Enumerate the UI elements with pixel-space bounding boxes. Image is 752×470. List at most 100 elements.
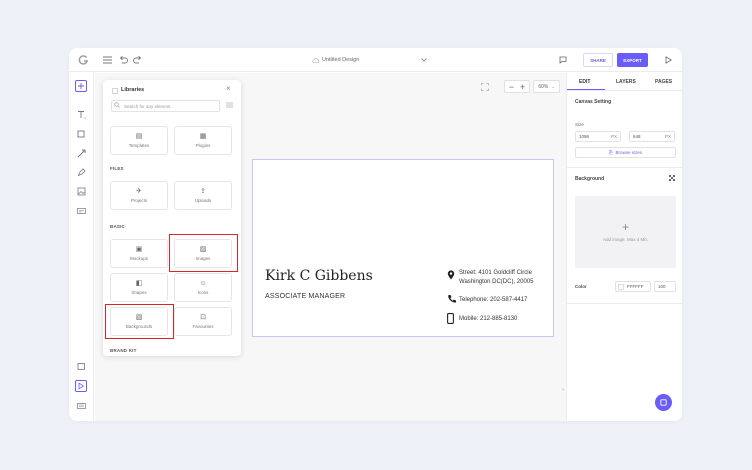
tile-icons[interactable]: ☺ Icons xyxy=(174,273,232,302)
divider xyxy=(567,90,682,91)
tab-pages[interactable]: PAGES xyxy=(655,79,672,85)
present-icon[interactable] xyxy=(75,380,87,392)
width-unit: PX xyxy=(610,134,617,139)
tile-label: Icons xyxy=(197,290,209,295)
tile-projects[interactable]: ✈ Projects xyxy=(110,181,168,210)
smiley-icon: ☺ xyxy=(199,280,207,287)
zoom-out-icon[interactable]: − xyxy=(509,82,514,92)
card-street-line1[interactable]: Street: 4101 Goldcliff Circle xyxy=(459,269,532,278)
card-telephone[interactable]: Telephone: 202-587-4417 xyxy=(459,296,527,305)
rocket-icon: ✈ xyxy=(136,188,142,195)
tile-label: Shapes xyxy=(131,290,147,295)
flag-icon xyxy=(111,87,118,94)
libraries-title: Libraries xyxy=(121,87,145,93)
image-tool-icon[interactable] xyxy=(75,185,87,197)
add-element-icon[interactable] xyxy=(75,80,87,92)
business-card-canvas[interactable]: Kirk C Gibbens ASSOCIATE MANAGER Street:… xyxy=(252,159,554,337)
chevron-down-icon[interactable] xyxy=(420,56,428,64)
background-title: Background xyxy=(575,176,605,182)
share-button[interactable]: SHARE xyxy=(583,53,613,67)
height-value: 648 xyxy=(633,134,641,139)
comment-icon[interactable] xyxy=(558,55,568,65)
menu-icon[interactable] xyxy=(102,54,113,65)
location-pin-icon xyxy=(447,270,455,282)
text-tool-icon[interactable] xyxy=(75,108,87,120)
zoom-in-icon[interactable]: + xyxy=(520,82,525,92)
upload-icon: ⇪ xyxy=(200,188,206,195)
app-logo-icon[interactable] xyxy=(77,54,89,66)
tab-layers[interactable]: LAYERS xyxy=(616,79,636,85)
width-value: 1096 xyxy=(579,134,590,139)
browse-sizes-button[interactable]: ⎘ Browse sizes xyxy=(575,147,676,158)
favourites-icon: ⊡ xyxy=(200,314,206,321)
redo-icon[interactable] xyxy=(132,54,143,65)
phone-icon xyxy=(447,294,456,305)
canvas-width-input[interactable]: 1096 PX xyxy=(575,131,621,142)
height-unit: PX xyxy=(664,134,671,139)
fit-screen-icon[interactable] xyxy=(480,82,490,92)
divider xyxy=(567,167,682,168)
templates-icon: ▤ xyxy=(135,133,143,140)
tile-label: Templates xyxy=(128,143,150,148)
tab-edit[interactable]: EDIT xyxy=(579,79,590,85)
size-label: Size xyxy=(575,122,584,127)
tile-label: Projects xyxy=(130,198,148,203)
libraries-panel: Libraries × Search for any element ▤ Tem… xyxy=(103,80,241,356)
export-button[interactable]: EXPORT xyxy=(617,53,648,67)
canvas-height-input[interactable]: 648 PX xyxy=(629,131,675,142)
card-role[interactable]: ASSOCIATE MANAGER xyxy=(265,293,345,300)
card-street-line2[interactable]: Washington DC(DC), 20005 xyxy=(459,278,533,287)
tile-mockups[interactable]: ▣ Mockups xyxy=(110,239,168,268)
highlight-backgrounds xyxy=(105,304,174,339)
color-hex-value: FFFFFF xyxy=(627,284,644,289)
canvas-setting-title: Canvas Setting xyxy=(575,99,612,105)
search-icon xyxy=(114,102,120,110)
tile-label: Plugins xyxy=(195,143,211,148)
cloud-icon xyxy=(311,56,319,64)
opacity-value: 100 xyxy=(658,284,666,289)
zoom-level-select[interactable]: 60% ⌄ xyxy=(533,80,560,93)
pen-tool-icon[interactable] xyxy=(75,166,87,178)
section-files: FILES xyxy=(110,166,124,171)
color-swatch[interactable] xyxy=(618,283,624,290)
shapes-icon: ◧ xyxy=(135,280,143,287)
highlight-images xyxy=(169,234,238,272)
section-basic: BASIC xyxy=(110,224,126,229)
tile-shapes[interactable]: ◧ Shapes xyxy=(110,273,168,302)
design-title[interactable]: Untitled Design xyxy=(322,57,359,63)
browse-sizes-label: Browse sizes xyxy=(615,150,643,155)
collapse-panel-icon[interactable]: › xyxy=(560,385,566,395)
shape-tool-icon[interactable] xyxy=(75,128,87,140)
qr-tool-icon[interactable] xyxy=(75,205,87,217)
design-editor-window: Untitled Design SHARE EXPORT − + 60% ⌄ K… xyxy=(69,48,682,421)
chat-icon xyxy=(660,399,667,406)
help-chat-button[interactable] xyxy=(655,394,672,411)
top-bar: Untitled Design SHARE EXPORT xyxy=(69,48,682,72)
plugins-icon: ▦ xyxy=(199,133,207,140)
card-mobile[interactable]: Mobile: 212-885-8130 xyxy=(459,315,517,324)
tile-plugins[interactable]: ▦ Plugins xyxy=(174,126,232,155)
tile-label: Favourites xyxy=(192,324,214,329)
section-brand-kit: BRAND KIT xyxy=(110,348,137,353)
properties-panel: EDIT LAYERS PAGES Canvas Setting Size 10… xyxy=(566,73,682,421)
left-tool-rail xyxy=(69,72,94,421)
add-background-image-dropzone[interactable]: + Add image. Max 4 Mb. xyxy=(575,196,676,268)
tile-templates[interactable]: ▤ Templates xyxy=(110,126,168,155)
card-name[interactable]: Kirk C Gibbens xyxy=(265,268,373,284)
tile-uploads[interactable]: ⇪ Uploads xyxy=(174,181,232,210)
color-label: Color xyxy=(575,284,587,289)
opacity-input[interactable]: 100 xyxy=(654,281,676,292)
keyboard-icon[interactable] xyxy=(75,400,87,412)
play-icon[interactable] xyxy=(663,54,674,65)
undo-icon[interactable] xyxy=(118,54,129,65)
tile-favourites[interactable]: ⊡ Favourites xyxy=(174,307,232,336)
list-view-icon[interactable] xyxy=(226,102,233,110)
close-icon[interactable]: × xyxy=(226,84,231,93)
color-hex-input[interactable]: FFFFFF xyxy=(615,281,651,292)
line-tool-icon[interactable] xyxy=(75,147,87,159)
pattern-toggle-icon[interactable] xyxy=(668,174,676,182)
crop-icon[interactable] xyxy=(75,360,87,372)
mockups-icon: ▣ xyxy=(135,246,143,253)
zoom-controls[interactable]: − + xyxy=(504,80,530,93)
library-search-input[interactable]: Search for any element xyxy=(111,100,220,112)
